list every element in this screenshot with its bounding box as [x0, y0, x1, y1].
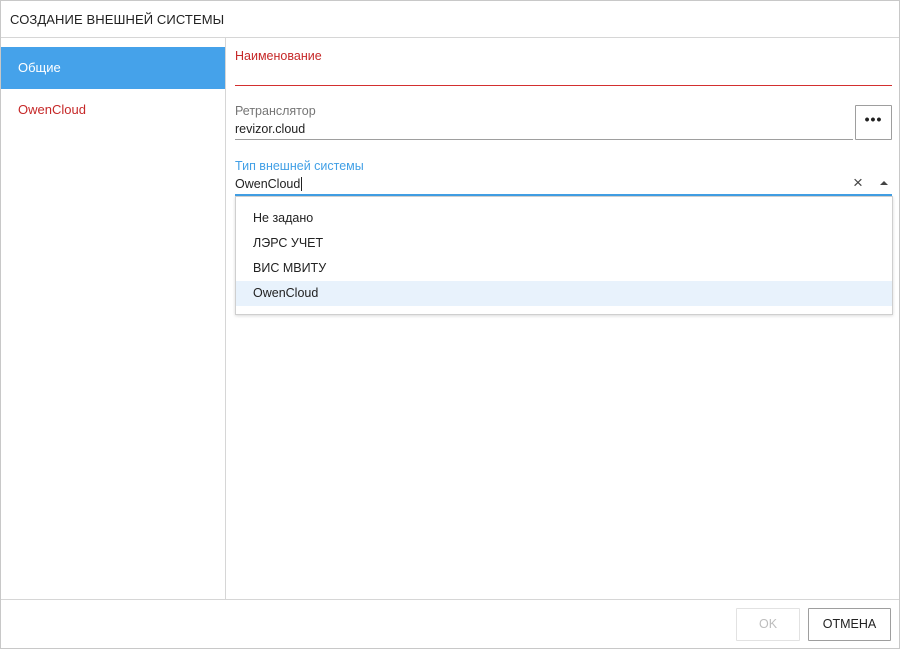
dropdown-option-lers[interactable]: ЛЭРС УЧЕТ: [236, 231, 892, 256]
form-content: Наименование Ретранслятор revizor.cloud …: [227, 38, 899, 599]
name-input[interactable]: [235, 65, 892, 85]
close-icon[interactable]: ×: [850, 174, 866, 191]
relay-underline: [235, 139, 853, 140]
relay-label: Ретранслятор: [235, 104, 316, 118]
name-label: Наименование: [235, 49, 322, 63]
system-type-dropdown: Не задано ЛЭРС УЧЕТ ВИС МВИТУ OwenCloud: [235, 196, 893, 315]
dialog-title: СОЗДАНИЕ ВНЕШНЕЙ СИСТЕМЫ: [1, 1, 899, 38]
dropdown-option-owencloud[interactable]: OwenCloud: [236, 281, 892, 306]
text-cursor: [301, 176, 303, 191]
system-type-input[interactable]: OwenCloud ×: [235, 174, 892, 194]
system-type-label: Тип внешней системы: [235, 159, 364, 173]
relay-input[interactable]: revizor.cloud: [235, 119, 853, 139]
relay-field: Ретранслятор revizor.cloud: [235, 103, 853, 140]
sidebar-item-owencloud[interactable]: OwenCloud: [1, 89, 225, 131]
sidebar-item-general[interactable]: Общие: [1, 47, 225, 89]
cancel-button[interactable]: ОТМЕНА: [808, 608, 891, 641]
arrow-up-icon[interactable]: [880, 181, 888, 185]
ok-button[interactable]: OK: [736, 608, 800, 641]
relay-select-button[interactable]: •••: [855, 105, 892, 140]
name-field: Наименование: [235, 48, 892, 86]
dialog-footer: OK ОТМЕНА: [1, 599, 899, 648]
system-type-field: Тип внешней системы OwenCloud ×: [235, 158, 892, 196]
dropdown-option-vis-mvitu[interactable]: ВИС МВИТУ: [236, 256, 892, 281]
dropdown-option-not-set[interactable]: Не задано: [236, 206, 892, 231]
name-underline: [235, 85, 892, 86]
create-external-system-dialog: СОЗДАНИЕ ВНЕШНЕЙ СИСТЕМЫ Общие OwenCloud…: [0, 0, 900, 649]
sidebar: Общие OwenCloud: [1, 38, 226, 599]
system-type-value: OwenCloud: [235, 177, 301, 191]
